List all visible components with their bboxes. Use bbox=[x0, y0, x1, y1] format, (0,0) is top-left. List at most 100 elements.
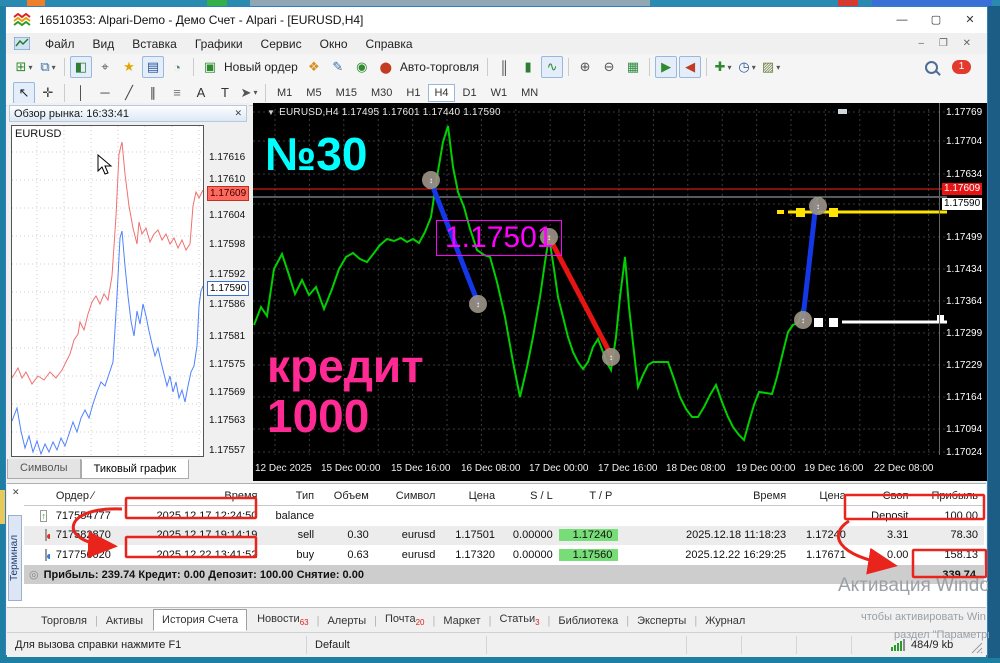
horizontal-line-tool-icon[interactable]: ─ bbox=[94, 82, 116, 104]
menu-Окно[interactable]: Окно bbox=[311, 35, 357, 53]
style-gallery-icon[interactable]: ❖ bbox=[303, 56, 325, 78]
terminal-toggle-icon[interactable]: ▤ bbox=[142, 56, 164, 78]
terminal-tab-2[interactable]: Активы bbox=[98, 611, 151, 631]
status-profile[interactable]: Default bbox=[307, 636, 487, 654]
chart-shift-icon[interactable]: ◀ bbox=[679, 56, 701, 78]
market-watch-tab-inactive[interactable]: Символы bbox=[7, 459, 81, 479]
templates-icon[interactable]: ▨▾ bbox=[760, 56, 782, 78]
title-bar[interactable]: 16510353: Alpari-Demo - Демо Счет - Alpa… bbox=[6, 7, 987, 33]
candle-mode-icon[interactable]: ▮ bbox=[517, 56, 539, 78]
column-header[interactable]: Ордер ∕ bbox=[50, 490, 137, 502]
bid-price-badge: 1.17590 bbox=[942, 198, 982, 210]
new-chart-icon[interactable]: ⊞▾ bbox=[13, 56, 35, 78]
column-header[interactable]: S / L bbox=[501, 490, 559, 502]
terminal-tab-8[interactable]: Статьи3 bbox=[491, 609, 547, 631]
column-header[interactable]: Тип bbox=[263, 490, 320, 502]
tick-scale-label: 1.17592 bbox=[209, 269, 245, 280]
periods-icon[interactable]: ◷▾ bbox=[736, 56, 758, 78]
terminal-tab-11[interactable]: Журнал bbox=[697, 611, 753, 631]
tile-windows-icon[interactable]: ▦ bbox=[622, 56, 644, 78]
menu-Сервис[interactable]: Сервис bbox=[252, 35, 311, 53]
column-header[interactable]: Время bbox=[618, 490, 792, 502]
metaeditor-icon[interactable]: ✎ bbox=[327, 56, 349, 78]
terminal-tab-6[interactable]: Почта20 bbox=[377, 609, 432, 631]
history-row[interactable]: 7177560202025.12.22 13:41:52buy0.63eurus… bbox=[24, 545, 984, 564]
autotrading-label[interactable]: Авто-торговля bbox=[400, 60, 479, 74]
column-header[interactable]: Цена bbox=[441, 490, 501, 502]
crosshair-tool-icon[interactable]: ✛ bbox=[37, 82, 59, 104]
arrows-tool-icon[interactable]: ➤▾ bbox=[238, 82, 260, 104]
menu-Справка[interactable]: Справка bbox=[357, 35, 422, 53]
column-header[interactable]: Прибыль bbox=[914, 490, 984, 502]
market-watch-header[interactable]: Обзор рынка: 16:33:41 ✕ bbox=[9, 105, 247, 122]
terminal-tab-10[interactable]: Эксперты bbox=[629, 611, 694, 631]
maximize-button[interactable]: ▢ bbox=[919, 8, 953, 32]
menu-Вид[interactable]: Вид bbox=[84, 35, 124, 53]
terminal-tab-3[interactable]: История Счета bbox=[153, 609, 247, 631]
navigator-icon[interactable]: ★ bbox=[118, 56, 140, 78]
timeframe-D1[interactable]: D1 bbox=[457, 84, 483, 102]
vertical-line-tool-icon[interactable]: │ bbox=[70, 82, 92, 104]
zoom-in-icon[interactable]: ⊕ bbox=[574, 56, 596, 78]
terminal-tab-4[interactable]: Новости63 bbox=[249, 609, 317, 631]
data-window-icon[interactable]: ⌖ bbox=[94, 56, 116, 78]
column-header[interactable]: Объем bbox=[320, 490, 375, 502]
notification-badge[interactable]: 1 bbox=[952, 60, 971, 74]
community-icon[interactable]: ◉ bbox=[351, 56, 373, 78]
column-header[interactable]: Своп bbox=[852, 490, 915, 502]
new-order-label[interactable]: Новый ордер bbox=[224, 60, 298, 74]
market-watch-close-icon[interactable]: ✕ bbox=[234, 108, 242, 119]
timeframe-M30[interactable]: M30 bbox=[365, 84, 398, 102]
zoom-out-icon[interactable]: ⊖ bbox=[598, 56, 620, 78]
timeframe-W1[interactable]: W1 bbox=[485, 84, 514, 102]
fibonacci-tool-icon[interactable]: ≡ bbox=[166, 82, 188, 104]
channel-tool-icon[interactable]: ∥ bbox=[142, 82, 164, 104]
indicators-icon[interactable]: ✚▾ bbox=[712, 56, 734, 78]
menu-Вставка[interactable]: Вставка bbox=[123, 35, 186, 53]
timeframe-H1[interactable]: H1 bbox=[400, 84, 426, 102]
terminal-tab-5[interactable]: Алерты bbox=[319, 611, 374, 631]
bar-chart-mode-icon[interactable]: ║ bbox=[493, 56, 515, 78]
main-chart[interactable]: ↕↕↕↕↕↕ ▼EURUSD,H4 1.17495 1.17601 1.1744… bbox=[253, 103, 987, 481]
search-icon[interactable] bbox=[925, 61, 938, 74]
menu-Файл[interactable]: Файл bbox=[36, 35, 84, 53]
timeframe-H4[interactable]: H4 bbox=[428, 84, 454, 102]
terminal-side-tab[interactable]: Терминал bbox=[8, 515, 22, 601]
market-watch-toggle-icon[interactable]: ◧ bbox=[70, 56, 92, 78]
line-chart-mode-icon[interactable]: ∿ bbox=[541, 56, 563, 78]
timeframe-M1[interactable]: M1 bbox=[271, 84, 298, 102]
time-axis-label: 19 Dec 16:00 bbox=[804, 463, 864, 474]
market-watch-tab-active[interactable]: Тиковый график bbox=[81, 459, 190, 479]
terminal-close-icon[interactable]: ✕ bbox=[12, 487, 20, 498]
svg-text:↕: ↕ bbox=[609, 353, 613, 362]
price-scale-label: 1.17094 bbox=[946, 424, 982, 435]
history-row[interactable]: 7175828702025.12.17 19:14:19sell0.30euru… bbox=[24, 526, 984, 545]
timeframe-MN[interactable]: MN bbox=[515, 84, 544, 102]
minimize-button[interactable]: — bbox=[885, 8, 919, 32]
text-label-tool-icon[interactable]: T bbox=[214, 82, 236, 104]
strategy-tester-icon[interactable]: ◔ bbox=[166, 56, 188, 78]
timeframe-M15[interactable]: M15 bbox=[330, 84, 363, 102]
close-button[interactable]: ✕ bbox=[953, 8, 987, 32]
chart-collapse-icon[interactable]: ▼ bbox=[267, 108, 275, 117]
resize-grip[interactable] bbox=[970, 641, 984, 655]
history-row[interactable]: ↑7175547772025.12.17 12:24:50balanceDepo… bbox=[24, 506, 984, 525]
column-header[interactable]: T / P bbox=[559, 490, 619, 502]
text-tool-icon[interactable]: A bbox=[190, 82, 212, 104]
terminal-tab-9[interactable]: Библиотека bbox=[550, 611, 626, 631]
cursor-tool-icon[interactable]: ↖ bbox=[13, 82, 35, 104]
menu-Графики[interactable]: Графики bbox=[186, 35, 252, 53]
new-order-icon[interactable]: ▣ bbox=[199, 56, 221, 78]
tick-chart[interactable]: EURUSD bbox=[11, 125, 204, 457]
column-header[interactable]: Время bbox=[137, 490, 263, 502]
timeframe-M5[interactable]: M5 bbox=[300, 84, 327, 102]
auto-scroll-icon[interactable]: ▶ bbox=[655, 56, 677, 78]
trendline-tool-icon[interactable]: ╱ bbox=[118, 82, 140, 104]
tab-count-badge: 63 bbox=[300, 619, 309, 628]
terminal-tab-1[interactable]: Торговля bbox=[33, 611, 95, 631]
profiles-icon[interactable]: ⧉▾ bbox=[37, 56, 59, 78]
autotrading-icon[interactable]: ⬤ bbox=[375, 56, 397, 78]
terminal-tab-7[interactable]: Маркет bbox=[435, 611, 488, 631]
column-header[interactable]: Цена bbox=[792, 490, 852, 502]
column-header[interactable]: Символ bbox=[375, 490, 442, 502]
